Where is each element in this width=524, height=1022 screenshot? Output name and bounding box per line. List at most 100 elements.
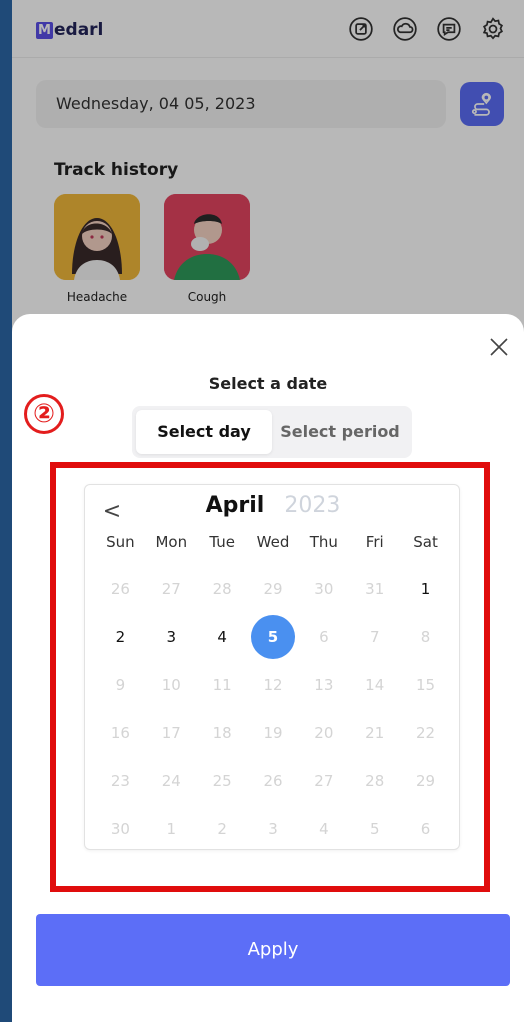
calendar-day: 7 <box>349 613 400 661</box>
calendar-day: 2 <box>197 805 248 853</box>
calendar-day-number: 31 <box>365 580 385 598</box>
calendar-day-number: 17 <box>161 724 181 742</box>
calendar-header: April 2023 <box>85 493 461 518</box>
calendar-day-number: 18 <box>212 724 232 742</box>
calendar-day: 3 <box>248 805 299 853</box>
calendar-month[interactable]: April <box>206 493 265 518</box>
calendar-day-number: 6 <box>420 820 431 838</box>
calendar-day: 10 <box>146 661 197 709</box>
calendar-day-selected[interactable]: 5 <box>248 613 299 661</box>
weekday-label: Sat <box>413 533 438 551</box>
calendar-day: 4 <box>298 805 349 853</box>
calendar-day: 19 <box>248 709 299 757</box>
calendar-day-number: 27 <box>314 772 334 790</box>
weekday-label: Tue <box>209 533 235 551</box>
calendar-day: 18 <box>197 709 248 757</box>
calendar-day-number: 11 <box>212 676 232 694</box>
tab-select-period[interactable]: Select period <box>272 410 408 454</box>
calendar-day: 22 <box>400 709 451 757</box>
weekday-label: Fri <box>365 533 384 551</box>
calendar-day-number: 4 <box>217 628 227 646</box>
calendar-day-number: 26 <box>110 580 130 598</box>
apply-button[interactable]: Apply <box>36 914 510 986</box>
sheet-title: Select a date <box>208 374 328 393</box>
calendar-day[interactable]: 4 <box>197 613 248 661</box>
phone-screen: Medarl Wednesday, 04 05, 2023 Track hist… <box>12 0 524 1022</box>
calendar-day: 29 <box>248 565 299 613</box>
calendar-day-number: 30 <box>314 580 334 598</box>
calendar-year[interactable]: 2023 <box>284 493 340 518</box>
calendar-day-number: 2 <box>217 820 227 838</box>
calendar-day: 24 <box>146 757 197 805</box>
calendar-day-number: 14 <box>365 676 385 694</box>
calendar-day-number: 16 <box>110 724 130 742</box>
calendar-day-number: 30 <box>110 820 130 838</box>
calendar-day-number: 23 <box>110 772 130 790</box>
calendar-day-number: 28 <box>212 580 232 598</box>
calendar-day: 14 <box>349 661 400 709</box>
calendar: < April 2023 Sun Mon Tue Wed Thu Fri Sat 26 27 28… <box>84 484 460 850</box>
calendar-day: 1 <box>146 805 197 853</box>
calendar-day[interactable]: 3 <box>146 613 197 661</box>
calendar-day: 17 <box>146 709 197 757</box>
calendar-day-number: 13 <box>314 676 334 694</box>
calendar-day: 6 <box>298 613 349 661</box>
close-icon[interactable] <box>488 336 510 358</box>
calendar-day-number: 3 <box>268 820 278 838</box>
calendar-day: 11 <box>197 661 248 709</box>
weekday-label: Thu <box>309 533 338 551</box>
calendar-day-number: 29 <box>263 580 283 598</box>
calendar-day-number: 7 <box>369 628 380 646</box>
calendar-day: 6 <box>400 805 451 853</box>
date-picker-sheet: Select a date ② Select day Select period… <box>12 314 524 1022</box>
calendar-day-number: 26 <box>263 772 283 790</box>
mode-toggle: Select day Select period <box>132 406 412 458</box>
tab-select-day[interactable]: Select day <box>136 410 272 454</box>
calendar-day-number: 21 <box>365 724 385 742</box>
calendar-day[interactable]: 1 <box>400 565 451 613</box>
calendar-day-number: 3 <box>166 628 177 646</box>
calendar-day: 20 <box>298 709 349 757</box>
calendar-day-number: 19 <box>263 724 283 742</box>
calendar-day[interactable]: 2 <box>95 613 146 661</box>
weekday-label: Sun <box>106 533 135 551</box>
calendar-day-number: 5 <box>250 615 295 659</box>
weekday-row: Sun Mon Tue Wed Thu Fri Sat <box>95 533 451 551</box>
calendar-day: 15 <box>400 661 451 709</box>
calendar-day: 31 <box>349 565 400 613</box>
calendar-day: 26 <box>95 565 146 613</box>
calendar-day-number: 22 <box>416 724 436 742</box>
calendar-day-number: 29 <box>416 772 436 790</box>
calendar-day: 30 <box>95 805 146 853</box>
calendar-day: 30 <box>298 565 349 613</box>
calendar-day-number: 1 <box>420 580 431 598</box>
calendar-day-number: 20 <box>314 724 334 742</box>
calendar-day: 5 <box>349 805 400 853</box>
calendar-day: 27 <box>146 565 197 613</box>
calendar-day: 8 <box>400 613 451 661</box>
weekday-label: Mon <box>155 533 188 551</box>
calendar-day-number: 1 <box>166 820 177 838</box>
calendar-day-number: 10 <box>161 676 181 694</box>
calendar-day: 27 <box>298 757 349 805</box>
calendar-day-number: 12 <box>263 676 283 694</box>
calendar-day-number: 9 <box>115 676 126 694</box>
calendar-day-number: 28 <box>365 772 385 790</box>
calendar-day: 26 <box>248 757 299 805</box>
calendar-day: 23 <box>95 757 146 805</box>
calendar-day: 16 <box>95 709 146 757</box>
calendar-day-number: 27 <box>161 580 181 598</box>
calendar-day-number: 8 <box>420 628 431 646</box>
calendar-day-number: 25 <box>212 772 232 790</box>
calendar-day-number: 2 <box>115 628 126 646</box>
calendar-day: 21 <box>349 709 400 757</box>
calendar-day-number: 4 <box>319 820 329 838</box>
calendar-day: 28 <box>197 565 248 613</box>
calendar-day: 9 <box>95 661 146 709</box>
calendar-day-number: 24 <box>161 772 181 790</box>
calendar-day: 25 <box>197 757 248 805</box>
calendar-day: 29 <box>400 757 451 805</box>
calendar-day-number: 6 <box>319 628 329 646</box>
weekday-label: Wed <box>256 533 290 551</box>
day-grid: 26 27 28 29 30 31 1 2 3 4 5 6 7 8 9 10 11 12 13 14 15 16 17 18 1… <box>95 565 451 853</box>
